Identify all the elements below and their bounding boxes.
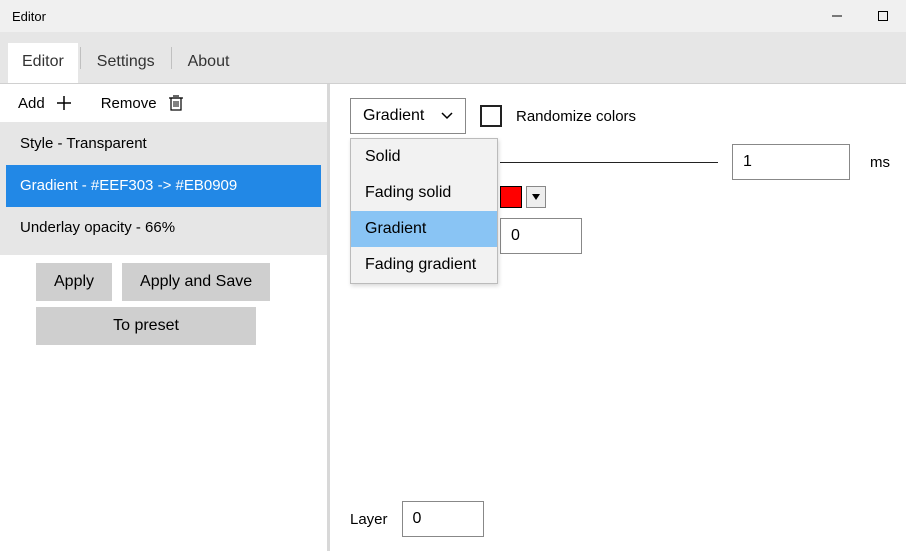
plus-icon — [55, 94, 73, 112]
duration-input[interactable] — [732, 144, 850, 180]
tab-bar: Editor Settings About — [0, 32, 906, 84]
titlebar: Editor — [0, 0, 906, 32]
maximize-button[interactable] — [860, 0, 906, 32]
chevron-down-icon — [441, 109, 453, 123]
layer-label: Layer — [350, 511, 388, 528]
apply-button[interactable]: Apply — [36, 263, 112, 301]
number-input[interactable] — [500, 218, 582, 254]
list-item[interactable]: Underlay opacity - 66% — [6, 207, 321, 249]
to-preset-button[interactable]: To preset — [36, 307, 256, 345]
tab-about[interactable]: About — [174, 43, 244, 83]
dropdown-option-gradient[interactable]: Gradient — [351, 211, 497, 247]
add-label: Add — [18, 95, 45, 112]
duration-unit: ms — [870, 154, 890, 171]
layer-input[interactable] — [402, 501, 484, 537]
color-dropdown-button[interactable] — [526, 186, 546, 208]
trash-icon — [167, 94, 185, 112]
dropdown-option-solid[interactable]: Solid — [351, 139, 497, 175]
tab-separator — [171, 47, 172, 69]
select-value: Gradient — [363, 107, 424, 125]
fill-type-select[interactable]: Gradient — [350, 98, 466, 134]
window-title: Editor — [12, 9, 46, 24]
maximize-icon — [877, 10, 889, 22]
add-button[interactable]: Add — [18, 94, 73, 112]
list-item[interactable]: Style - Transparent — [6, 123, 321, 165]
remove-label: Remove — [101, 95, 157, 112]
layer-list: Style - Transparent Gradient - #EEF303 -… — [0, 122, 327, 255]
randomize-checkbox[interactable] — [480, 105, 502, 127]
apply-save-button[interactable]: Apply and Save — [122, 263, 270, 301]
minimize-button[interactable] — [814, 0, 860, 32]
right-panel: Gradient Randomize colors ms Solid Fad — [330, 84, 906, 551]
fill-type-dropdown: Solid Fading solid Gradient Fading gradi… — [350, 138, 498, 284]
caret-down-icon — [532, 194, 540, 200]
duration-slider[interactable] — [500, 162, 718, 163]
left-panel: Add Remove Style - Transparent Gradient … — [0, 84, 330, 551]
randomize-label: Randomize colors — [516, 108, 636, 125]
list-toolbar: Add Remove — [0, 84, 327, 122]
color-swatch[interactable] — [500, 186, 522, 208]
tab-settings[interactable]: Settings — [83, 43, 169, 83]
dropdown-option-fading-solid[interactable]: Fading solid — [351, 175, 497, 211]
minimize-icon — [831, 10, 843, 22]
remove-button[interactable]: Remove — [101, 94, 185, 112]
tab-separator — [80, 47, 81, 69]
list-item[interactable]: Gradient - #EEF303 -> #EB0909 — [6, 165, 321, 207]
dropdown-option-fading-gradient[interactable]: Fading gradient — [351, 247, 497, 283]
window-controls — [814, 0, 906, 32]
tab-editor[interactable]: Editor — [8, 43, 78, 83]
